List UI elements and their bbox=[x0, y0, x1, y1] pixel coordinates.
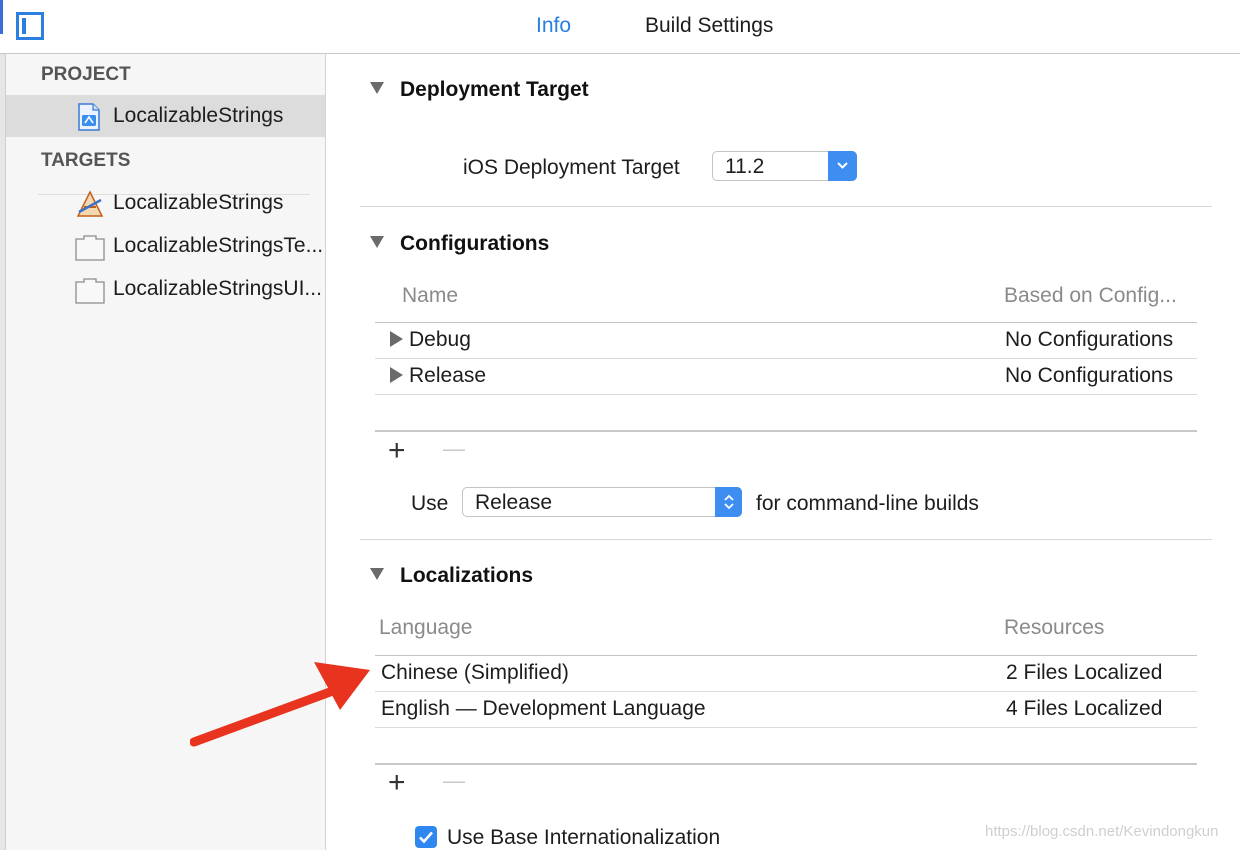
chevron-down-icon bbox=[828, 151, 857, 181]
add-localization-button[interactable]: + bbox=[388, 768, 406, 798]
section-title: Configurations bbox=[400, 232, 550, 255]
config-based-on: No Configurations bbox=[1005, 328, 1174, 351]
section-title: Localizations bbox=[400, 564, 534, 587]
targets-section-header: TARGETS bbox=[41, 150, 131, 171]
watermark: https://blog.csdn.net/Kevindongkun bbox=[985, 823, 1219, 840]
disclosure-triangle-icon bbox=[390, 367, 403, 384]
localization-language: Chinese (Simplified) bbox=[381, 661, 569, 684]
table-footer-line bbox=[375, 430, 1197, 432]
red-annotation-arrow-icon bbox=[190, 662, 370, 747]
column-header-name: Name bbox=[402, 284, 459, 307]
project-section-header: PROJECT bbox=[41, 64, 131, 85]
table-row[interactable]: English — Development Language 4 Files L… bbox=[375, 692, 1197, 727]
sidebar-item-label: LocalizableStrings bbox=[113, 104, 284, 127]
sidebar-left-edge bbox=[0, 54, 6, 850]
table-row[interactable]: Debug No Configurations bbox=[375, 323, 1197, 358]
ios-deployment-target-label: iOS Deployment Target bbox=[463, 156, 680, 179]
disclosure-triangle-icon bbox=[370, 236, 384, 249]
use-label: Use bbox=[411, 492, 449, 515]
row-divider bbox=[375, 394, 1197, 395]
base-internationalization-checkbox[interactable] bbox=[415, 826, 437, 848]
add-configuration-button[interactable]: + bbox=[388, 436, 406, 466]
window-edge-marker bbox=[0, 0, 3, 34]
sidebar-item-target-tests[interactable]: LocalizableStringsTe... bbox=[5, 225, 325, 267]
sidebar-item-label: LocalizableStrings bbox=[113, 191, 284, 214]
popup-value: 11.2 bbox=[725, 155, 765, 178]
sidebar-item-target-uitests[interactable]: LocalizableStringsUI... bbox=[5, 268, 325, 310]
sidebar-item-label: LocalizableStringsUI... bbox=[113, 277, 322, 300]
popup-value: Release bbox=[475, 491, 553, 514]
test-bundle-icon bbox=[75, 276, 105, 304]
configurations-section-toggle[interactable]: Configurations bbox=[370, 232, 549, 256]
remove-configuration-button[interactable]: — bbox=[443, 434, 465, 464]
sidebar-item-target-app[interactable]: LocalizableStrings bbox=[5, 182, 325, 224]
disclosure-triangle-icon bbox=[390, 331, 403, 348]
column-header-language: Language bbox=[379, 616, 473, 639]
deployment-target-section-toggle[interactable]: Deployment Target bbox=[370, 78, 589, 102]
column-header-based-on: Based on Config... bbox=[1004, 284, 1177, 307]
disclosure-triangle-icon bbox=[370, 82, 384, 95]
column-header-resources: Resources bbox=[1004, 616, 1105, 639]
base-internationalization-label: Use Base Internationalization bbox=[447, 826, 721, 849]
ios-deployment-target-popup[interactable]: 11.2 bbox=[712, 151, 857, 181]
project-info-editor: Deployment Target iOS Deployment Target … bbox=[326, 54, 1240, 850]
command-line-config-popup[interactable]: Release bbox=[462, 487, 742, 517]
localization-resources: 2 Files Localized bbox=[1006, 661, 1163, 684]
section-title: Deployment Target bbox=[400, 78, 589, 101]
table-row[interactable]: Chinese (Simplified) 2 Files Localized bbox=[375, 656, 1197, 691]
app-target-icon bbox=[75, 190, 105, 218]
sidebar-toggle-icon[interactable] bbox=[16, 12, 44, 40]
localization-language: English — Development Language bbox=[381, 697, 706, 720]
disclosure-triangle-icon bbox=[370, 568, 384, 581]
sidebar-item-label: LocalizableStringsTe... bbox=[113, 234, 324, 257]
checkmark-icon bbox=[419, 831, 433, 844]
chevron-updown-icon bbox=[715, 487, 742, 517]
command-line-builds-label: for command-line builds bbox=[756, 492, 979, 515]
config-name: Debug bbox=[390, 328, 471, 352]
config-name: Release bbox=[390, 364, 486, 388]
row-divider bbox=[375, 727, 1197, 728]
section-divider bbox=[360, 539, 1212, 540]
table-row[interactable]: Release No Configurations bbox=[375, 359, 1197, 394]
localizations-section-toggle[interactable]: Localizations bbox=[370, 564, 533, 588]
localization-resources: 4 Files Localized bbox=[1006, 697, 1163, 720]
test-bundle-icon bbox=[75, 233, 105, 261]
remove-localization-button[interactable]: — bbox=[443, 766, 465, 796]
editor-tab-bar: Info Build Settings bbox=[0, 0, 1240, 54]
tab-build-settings[interactable]: Build Settings bbox=[645, 14, 773, 38]
sidebar-item-project[interactable]: LocalizableStrings bbox=[5, 95, 325, 137]
table-footer-line bbox=[375, 763, 1197, 765]
config-based-on: No Configurations bbox=[1005, 364, 1174, 387]
section-divider bbox=[360, 206, 1212, 207]
project-file-icon bbox=[77, 103, 107, 131]
tab-info[interactable]: Info bbox=[536, 14, 571, 38]
